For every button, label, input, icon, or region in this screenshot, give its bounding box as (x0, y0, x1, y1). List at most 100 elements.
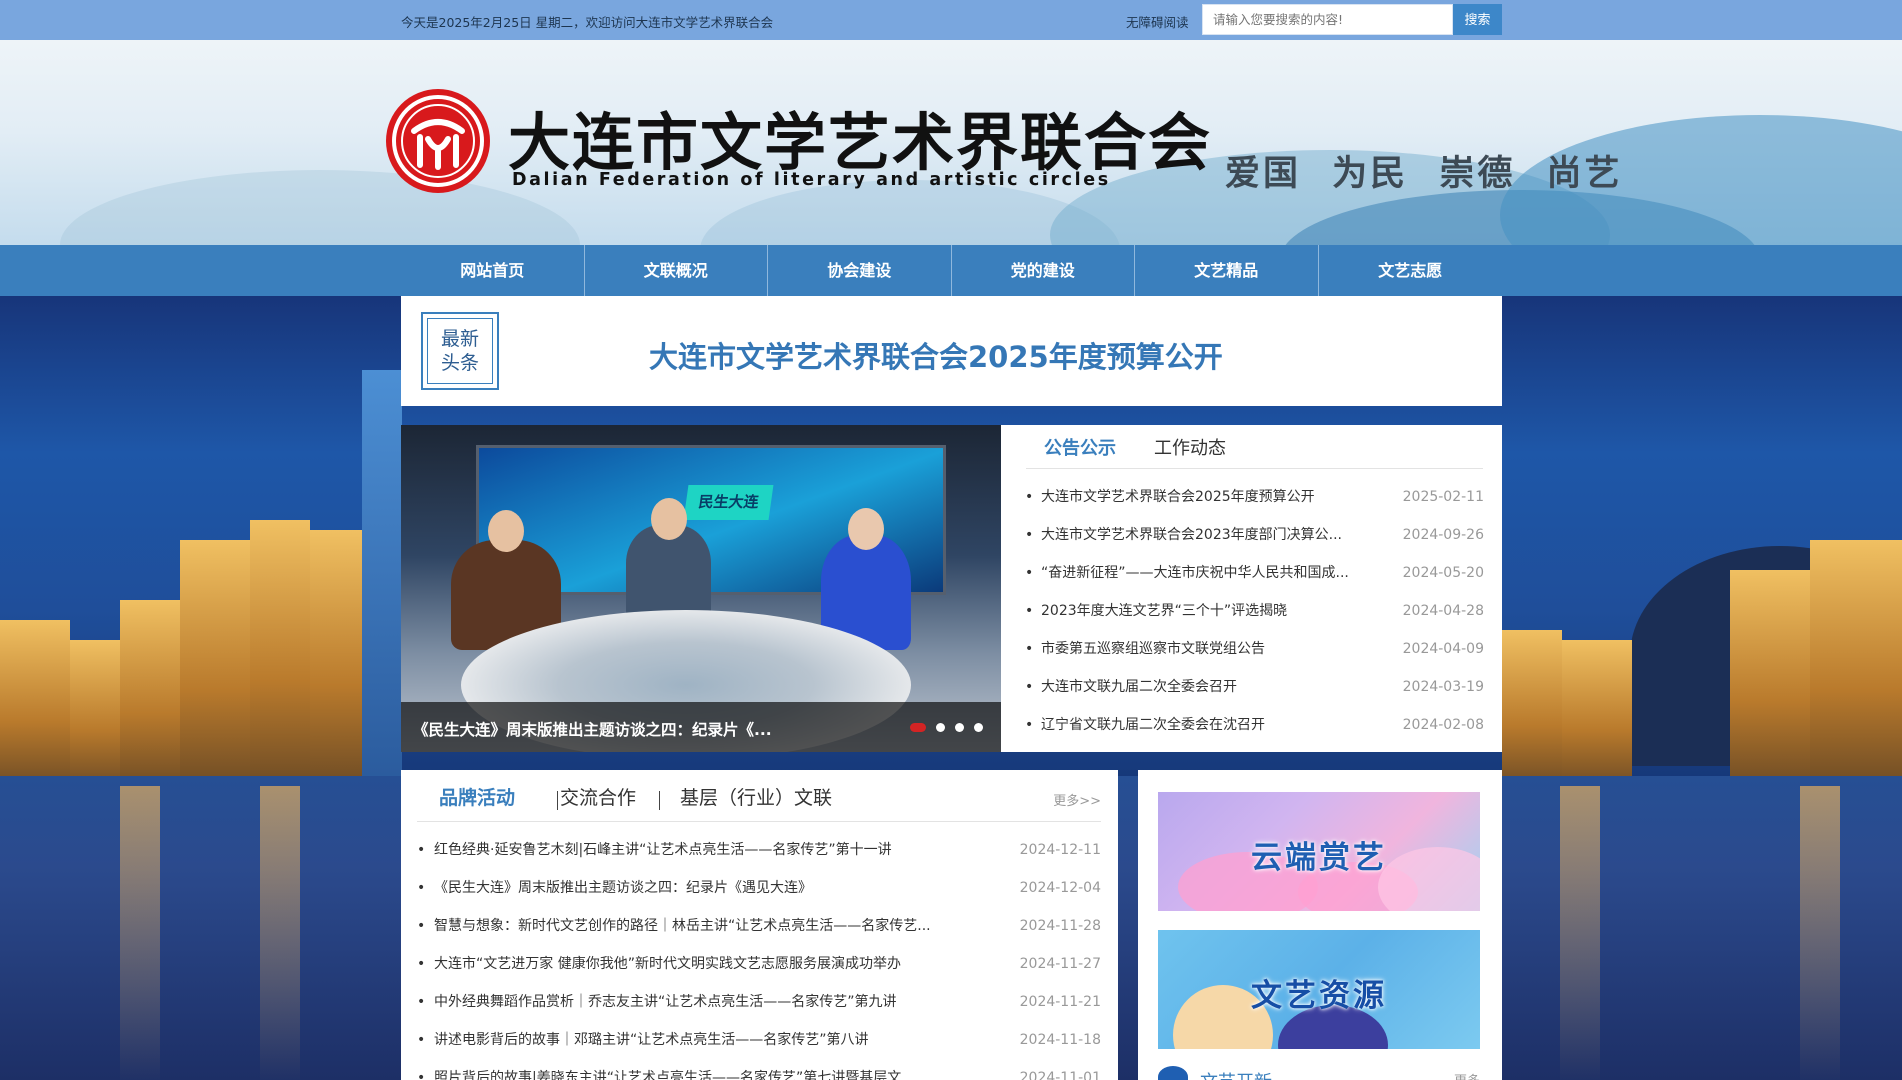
list-item[interactable]: 大连市文学艺术界联合会2023年度部门决算公... 2024-09-26 (1025, 516, 1484, 554)
nav-item-associations[interactable]: 协会建设 (768, 245, 952, 296)
background-building (120, 600, 180, 790)
list-item[interactable]: 红色经典·延安鲁艺木刻|石峰主讲“让艺术点亮生活——名家传艺”第十一讲 2024-… (417, 831, 1101, 869)
tab-brand-activities[interactable]: 品牌活动 (439, 784, 515, 816)
nav-item-volunteer[interactable]: 文艺志愿 (1319, 245, 1503, 296)
list-item-title[interactable]: 大连市“文艺进万家 健康你我他”新时代文明实践文艺志愿服务展演成功举办 (434, 945, 994, 983)
nav-item-home[interactable]: 网站首页 (401, 245, 585, 296)
background-building (70, 640, 120, 790)
list-item-date: 2024-02-08 (1402, 717, 1484, 733)
notice-list: 大连市文学艺术界联合会2025年度预算公开 2025-02-11 大连市文学艺术界… (1025, 478, 1484, 744)
headline-link[interactable]: 大连市文学艺术界联合会2025年度预算公开 (649, 334, 1223, 376)
site-subtitle: Dalian Federation of literary and artist… (512, 170, 1111, 190)
background-building (362, 370, 402, 790)
top-bar: 今天是2025年2月25日 星期二，欢迎访问大连市文学艺术界联合会 无障碍阅读 … (0, 0, 1902, 40)
federation-emblem-icon[interactable] (384, 87, 492, 195)
background-building (310, 530, 362, 790)
background-building (1730, 570, 1810, 790)
list-item-title[interactable]: 2023年度大连文艺界“三个十”评选揭晓 (1041, 592, 1386, 630)
tab-announcements[interactable]: 公告公示 (1026, 437, 1116, 469)
list-item[interactable]: 大连市“文艺进万家 健康你我他”新时代文明实践文艺志愿服务展演成功举办 2024-… (417, 945, 1101, 983)
slide-dot[interactable] (955, 723, 964, 732)
list-item[interactable]: 中外经典舞蹈作品赏析｜乔志友主讲“让艺术点亮生活——名家传艺”第九讲 2024-1… (417, 983, 1101, 1021)
list-item[interactable]: 大连市文联九届二次全委会召开 2024-03-19 (1025, 668, 1484, 706)
list-item[interactable]: 智慧与想象：新时代文艺创作的路径｜林岳主讲“让艺术点亮生活——名家传艺... 20… (417, 907, 1101, 945)
list-item[interactable]: 2023年度大连文艺界“三个十”评选揭晓 2024-04-28 (1025, 592, 1484, 630)
background-building (180, 540, 250, 790)
site-banner: 大连市文学艺术界联合会 Dalian Federation of literar… (0, 40, 1902, 245)
water-reflection (1560, 786, 1600, 1080)
site-title: 大连市文学艺术界联合会 (508, 106, 1213, 179)
card-label[interactable]: 云端赏艺 (1158, 832, 1480, 877)
list-item[interactable]: 照片背后的故事|姜晓东主讲“让艺术点亮生活——名家传艺”第七讲暨基层文... 20… (417, 1059, 1101, 1080)
more-link[interactable]: 更多 (1454, 1070, 1480, 1080)
cloud-art-card[interactable]: 云端赏艺 (1158, 792, 1480, 911)
art-resources-card[interactable]: 文艺资源 (1158, 930, 1480, 1049)
list-item[interactable]: 辽宁省文联九届二次全委会在沈召开 2024-02-08 (1025, 706, 1484, 744)
brand-activity-panel: 品牌活动 交流合作 基层（行业）文联 更多>> 红色经典·延安鲁艺木刻|石峰主讲… (401, 770, 1118, 1080)
news-slideshow[interactable]: 民生大连 《民生大连》周末版推出主题访谈之四：纪录片《... (401, 425, 1001, 752)
list-item-title[interactable]: 辽宁省文联九届二次全委会在沈召开 (1041, 706, 1386, 744)
list-item-title[interactable]: 市委第五巡察组巡察市文联党组公告 (1041, 630, 1386, 668)
list-item-date: 2024-04-28 (1402, 603, 1484, 619)
chat-bubble-icon (1158, 1066, 1188, 1080)
background-building (1810, 540, 1902, 790)
nav-item-overview[interactable]: 文联概况 (585, 245, 768, 296)
list-item[interactable]: 市委第五巡察组巡察市文联党组公告 2024-04-09 (1025, 630, 1484, 668)
tab-grassroots[interactable]: 基层（行业）文联 (680, 784, 832, 816)
notice-panel: 公告公示 工作动态 大连市文学艺术界联合会2025年度预算公开 2025-02-1… (1001, 425, 1502, 752)
card-label[interactable]: 文艺资源 (1158, 970, 1480, 1015)
background-building (0, 620, 70, 790)
water-reflection (260, 786, 300, 1080)
list-item[interactable]: 讲述电影背后的故事｜邓璐主讲“让艺术点亮生活——名家传艺”第八讲 2024-11-… (417, 1021, 1101, 1059)
slide-dot[interactable] (936, 723, 945, 732)
list-item-title[interactable]: 智慧与想象：新时代文艺创作的路径｜林岳主讲“让艺术点亮生活——名家传艺... (434, 907, 994, 945)
search-input[interactable] (1203, 5, 1452, 34)
tab-divider (659, 791, 660, 810)
background-building (1502, 630, 1562, 790)
slide-dot[interactable] (910, 723, 926, 732)
greeting-text: 今天是2025年2月25日 星期二，欢迎访问大连市文学艺术界联合会 (401, 15, 774, 30)
badge-line2: 头条 (440, 352, 479, 374)
list-item-title[interactable]: 讲述电影背后的故事｜邓璐主讲“让艺术点亮生活——名家传艺”第八讲 (434, 1021, 994, 1059)
nav-item-works[interactable]: 文艺精品 (1135, 245, 1319, 296)
notice-tabs: 公告公示 工作动态 (1026, 437, 1483, 469)
list-item-title[interactable]: 《民生大连》周末版推出主题访谈之四：纪录片《遇见大连》 (434, 869, 994, 907)
list-item-title[interactable]: 大连市文学艺术界联合会2025年度预算公开 (1041, 478, 1386, 516)
list-item-title[interactable]: 中外经典舞蹈作品赏析｜乔志友主讲“让艺术点亮生活——名家传艺”第九讲 (434, 983, 994, 1021)
list-item-title[interactable]: 大连市文联九届二次全委会召开 (1041, 668, 1386, 706)
list-item-date: 2024-03-19 (1402, 679, 1484, 695)
list-item-title[interactable]: 大连市文学艺术界联合会2023年度部门决算公... (1041, 516, 1386, 554)
list-item[interactable]: 《民生大连》周末版推出主题访谈之四：纪录片《遇见大连》 2024-12-04 (417, 869, 1101, 907)
slide-dot[interactable] (974, 723, 983, 732)
slide-caption-text[interactable]: 《民生大连》周末版推出主题访谈之四：纪录片《... (413, 718, 772, 740)
more-link[interactable]: 更多>> (1053, 790, 1101, 809)
list-item-date: 2024-11-01 (1019, 1070, 1101, 1080)
site-slogan: 爱国 为民 崇德 尚艺 (1225, 153, 1623, 194)
list-item-date: 2024-05-20 (1402, 565, 1484, 581)
nav-items: 网站首页 文联概况 协会建设 党的建设 文艺精品 文艺志愿 (401, 245, 1502, 296)
list-item-title[interactable]: 红色经典·延安鲁艺木刻|石峰主讲“让艺术点亮生活——名家传艺”第十一讲 (434, 831, 994, 869)
slide-program-logo: 民生大连 (683, 485, 774, 520)
section-title[interactable]: 文艺开新 (1200, 1068, 1272, 1080)
tab-work-news[interactable]: 工作动态 (1136, 437, 1226, 469)
list-item-date: 2024-11-21 (1019, 994, 1101, 1010)
nav-item-party[interactable]: 党的建设 (952, 245, 1135, 296)
list-item[interactable]: 大连市文学艺术界联合会2025年度预算公开 2025-02-11 (1025, 478, 1484, 516)
list-item-title[interactable]: 照片背后的故事|姜晓东主讲“让艺术点亮生活——名家传艺”第七讲暨基层文... (434, 1059, 994, 1080)
headline-badge: 最新 头条 (421, 312, 499, 390)
water-reflection (120, 786, 160, 1080)
accessibility-link[interactable]: 无障碍阅读 (1126, 12, 1189, 31)
tab-divider (557, 791, 558, 810)
brand-tabs: 品牌活动 交流合作 基层（行业）文联 更多>> (417, 784, 1101, 822)
headline-panel: 最新 头条 大连市文学艺术界联合会2025年度预算公开 (401, 296, 1502, 406)
background-building (1562, 640, 1632, 790)
list-item-title[interactable]: “奋进新征程”——大连市庆祝中华人民共和国成... (1041, 554, 1386, 592)
search-button[interactable]: 搜索 (1453, 4, 1502, 35)
list-item-date: 2024-12-11 (1019, 842, 1101, 858)
tab-exchange[interactable]: 交流合作 (560, 784, 636, 816)
slide-person-head (651, 498, 687, 540)
slide-person-head (488, 510, 524, 552)
list-item[interactable]: “奋进新征程”——大连市庆祝中华人民共和国成... 2024-05-20 (1025, 554, 1484, 592)
art-innovation-section: 文艺开新 更多 (1158, 1066, 1480, 1080)
list-item-date: 2024-12-04 (1019, 880, 1101, 896)
